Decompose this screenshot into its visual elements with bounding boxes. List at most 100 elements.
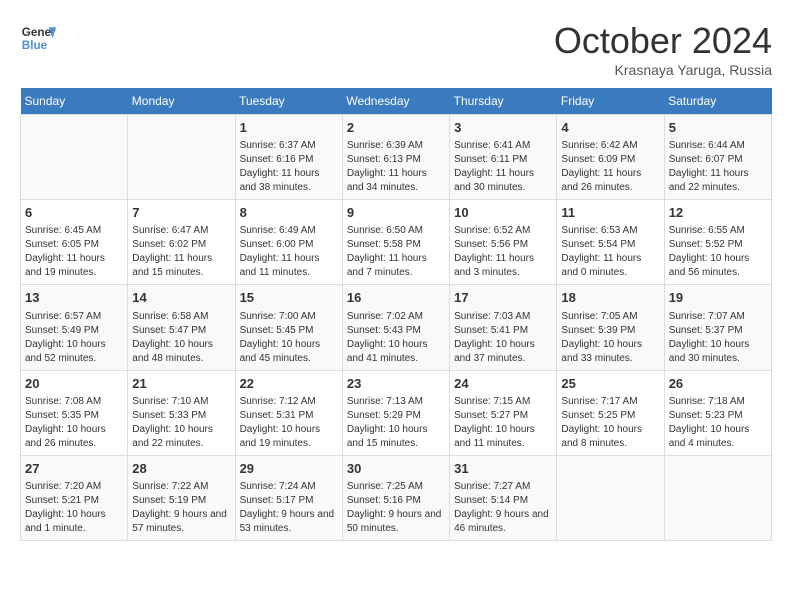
calendar-cell (128, 115, 235, 200)
calendar-cell (557, 455, 664, 540)
day-number: 9 (347, 204, 445, 222)
calendar-cell (21, 115, 128, 200)
day-number: 13 (25, 289, 123, 307)
day-number: 20 (25, 375, 123, 393)
day-number: 5 (669, 119, 767, 137)
day-number: 2 (347, 119, 445, 137)
day-info: Sunrise: 7:17 AMSunset: 5:25 PMDaylight:… (561, 395, 659, 451)
calendar-cell: 11Sunrise: 6:53 AMSunset: 5:54 PMDayligh… (557, 200, 664, 285)
logo: General Blue (20, 20, 56, 56)
calendar-cell: 16Sunrise: 7:02 AMSunset: 5:43 PMDayligh… (342, 285, 449, 370)
day-info: Sunrise: 7:27 AMSunset: 5:14 PMDaylight:… (454, 480, 552, 536)
calendar-cell: 14 Sunrise: 6:58 AMSunset: 5:47 PMDayligh… (128, 285, 235, 370)
calendar-cell: 1 Sunrise: 6:37 AMSunset: 6:16 PMDaylight… (235, 115, 342, 200)
day-number: 14 (132, 289, 230, 307)
calendar-cell: 26Sunrise: 7:18 AMSunset: 5:23 PMDayligh… (664, 370, 771, 455)
day-info: Sunrise: 7:18 AMSunset: 5:23 PMDaylight:… (669, 395, 767, 451)
day-number: 31 (454, 460, 552, 478)
day-info: Sunrise: 6:42 AMSunset: 6:09 PMDaylight:… (561, 139, 659, 195)
calendar-cell: 12 Sunrise: 6:55 AMSunset: 5:52 PMDayligh… (664, 200, 771, 285)
day-info: Sunrise: 7:15 AMSunset: 5:27 PMDaylight:… (454, 395, 552, 451)
day-of-week-header: Thursday (450, 88, 557, 115)
calendar-week-row: 20Sunrise: 7:08 AMSunset: 5:35 PMDayligh… (21, 370, 772, 455)
calendar-cell: 24 Sunrise: 7:15 AMSunset: 5:27 PMDayligh… (450, 370, 557, 455)
day-info: Sunrise: 6:58 AMSunset: 5:47 PMDaylight:… (132, 310, 230, 366)
calendar-week-row: 6 Sunrise: 6:45 AMSunset: 6:05 PMDaylight… (21, 200, 772, 285)
calendar-cell: 4 Sunrise: 6:42 AMSunset: 6:09 PMDaylight… (557, 115, 664, 200)
calendar-header-row: SundayMondayTuesdayWednesdayThursdayFrid… (21, 88, 772, 115)
day-info: Sunrise: 6:49 AMSunset: 6:00 PMDaylight:… (240, 224, 338, 280)
day-info: Sunrise: 6:55 AMSunset: 5:52 PMDaylight:… (669, 224, 767, 280)
calendar-week-row: 27 Sunrise: 7:20 AMSunset: 5:21 PMDayligh… (21, 455, 772, 540)
calendar-cell: 3Sunrise: 6:41 AMSunset: 6:11 PMDaylight… (450, 115, 557, 200)
calendar-cell: 2Sunrise: 6:39 AMSunset: 6:13 PMDaylight… (342, 115, 449, 200)
day-number: 6 (25, 204, 123, 222)
day-number: 17 (454, 289, 552, 307)
calendar-cell: 22Sunrise: 7:12 AMSunset: 5:31 PMDayligh… (235, 370, 342, 455)
day-number: 21 (132, 375, 230, 393)
day-of-week-header: Friday (557, 88, 664, 115)
calendar-cell: 10 Sunrise: 6:52 AMSunset: 5:56 PMDayligh… (450, 200, 557, 285)
day-number: 27 (25, 460, 123, 478)
calendar-cell: 21 Sunrise: 7:10 AMSunset: 5:33 PMDayligh… (128, 370, 235, 455)
day-info: Sunrise: 7:20 AMSunset: 5:21 PMDaylight:… (25, 480, 123, 536)
day-info: Sunrise: 7:22 AMSunset: 5:19 PMDaylight:… (132, 480, 230, 536)
day-info: Sunrise: 6:41 AMSunset: 6:11 PMDaylight:… (454, 139, 552, 195)
day-info: Sunrise: 7:00 AMSunset: 5:45 PMDaylight:… (240, 310, 338, 366)
day-number: 29 (240, 460, 338, 478)
day-number: 1 (240, 119, 338, 137)
day-of-week-header: Sunday (21, 88, 128, 115)
day-of-week-header: Monday (128, 88, 235, 115)
day-info: Sunrise: 7:07 AMSunset: 5:37 PMDaylight:… (669, 310, 767, 366)
page-header: General Blue October 2024 Krasnaya Yarug… (20, 20, 772, 78)
day-number: 30 (347, 460, 445, 478)
day-of-week-header: Tuesday (235, 88, 342, 115)
day-number: 25 (561, 375, 659, 393)
day-number: 19 (669, 289, 767, 307)
day-info: Sunrise: 6:53 AMSunset: 5:54 PMDaylight:… (561, 224, 659, 280)
day-number: 28 (132, 460, 230, 478)
day-info: Sunrise: 6:52 AMSunset: 5:56 PMDaylight:… (454, 224, 552, 280)
day-info: Sunrise: 7:25 AMSunset: 5:16 PMDaylight:… (347, 480, 445, 536)
day-number: 4 (561, 119, 659, 137)
day-of-week-header: Wednesday (342, 88, 449, 115)
day-number: 15 (240, 289, 338, 307)
day-number: 7 (132, 204, 230, 222)
day-number: 23 (347, 375, 445, 393)
calendar-cell: 8 Sunrise: 6:49 AMSunset: 6:00 PMDaylight… (235, 200, 342, 285)
month-title: October 2024 (554, 20, 772, 62)
day-number: 10 (454, 204, 552, 222)
calendar-cell: 19 Sunrise: 7:07 AMSunset: 5:37 PMDayligh… (664, 285, 771, 370)
day-number: 12 (669, 204, 767, 222)
svg-text:Blue: Blue (22, 39, 48, 52)
logo-icon: General Blue (20, 20, 56, 56)
calendar-cell: 25 Sunrise: 7:17 AMSunset: 5:25 PMDayligh… (557, 370, 664, 455)
day-of-week-header: Saturday (664, 88, 771, 115)
day-info: Sunrise: 7:24 AMSunset: 5:17 PMDaylight:… (240, 480, 338, 536)
day-info: Sunrise: 6:57 AMSunset: 5:49 PMDaylight:… (25, 310, 123, 366)
day-info: Sunrise: 6:37 AMSunset: 6:16 PMDaylight:… (240, 139, 338, 195)
calendar-cell: 6 Sunrise: 6:45 AMSunset: 6:05 PMDaylight… (21, 200, 128, 285)
day-number: 8 (240, 204, 338, 222)
day-number: 16 (347, 289, 445, 307)
day-info: Sunrise: 7:10 AMSunset: 5:33 PMDaylight:… (132, 395, 230, 451)
calendar-cell: 9 Sunrise: 6:50 AMSunset: 5:58 PMDaylight… (342, 200, 449, 285)
day-info: Sunrise: 6:45 AMSunset: 6:05 PMDaylight:… (25, 224, 123, 280)
calendar-cell: 5 Sunrise: 6:44 AMSunset: 6:07 PMDaylight… (664, 115, 771, 200)
calendar-cell: 20Sunrise: 7:08 AMSunset: 5:35 PMDayligh… (21, 370, 128, 455)
calendar-week-row: 13 Sunrise: 6:57 AMSunset: 5:49 PMDayligh… (21, 285, 772, 370)
day-info: Sunrise: 7:13 AMSunset: 5:29 PMDaylight:… (347, 395, 445, 451)
day-number: 18 (561, 289, 659, 307)
calendar-cell: 18Sunrise: 7:05 AMSunset: 5:39 PMDayligh… (557, 285, 664, 370)
day-info: Sunrise: 6:50 AMSunset: 5:58 PMDaylight:… (347, 224, 445, 280)
title-block: October 2024 Krasnaya Yaruga, Russia (554, 20, 772, 78)
calendar-cell: 27 Sunrise: 7:20 AMSunset: 5:21 PMDayligh… (21, 455, 128, 540)
calendar-cell: 29 Sunrise: 7:24 AMSunset: 5:17 PMDayligh… (235, 455, 342, 540)
day-info: Sunrise: 7:12 AMSunset: 5:31 PMDaylight:… (240, 395, 338, 451)
calendar-cell (664, 455, 771, 540)
calendar-cell: 13 Sunrise: 6:57 AMSunset: 5:49 PMDayligh… (21, 285, 128, 370)
day-number: 24 (454, 375, 552, 393)
calendar-cell: 7Sunrise: 6:47 AMSunset: 6:02 PMDaylight… (128, 200, 235, 285)
day-info: Sunrise: 6:44 AMSunset: 6:07 PMDaylight:… (669, 139, 767, 195)
calendar-table: SundayMondayTuesdayWednesdayThursdayFrid… (20, 88, 772, 541)
